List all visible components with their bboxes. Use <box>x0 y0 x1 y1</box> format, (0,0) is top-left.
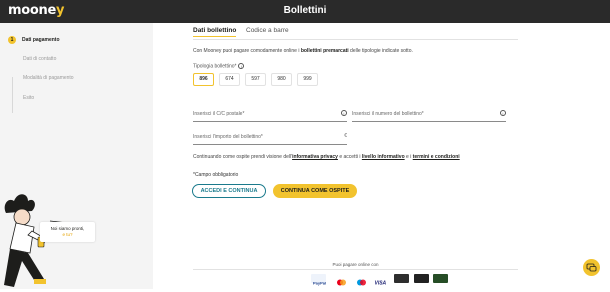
bill-type-597[interactable]: 597 <box>245 73 266 86</box>
card-icon <box>414 274 429 283</box>
paypal-icon: PayPal <box>311 274 326 286</box>
amount-field[interactable]: Inserisci l'importo del bollettino* € <box>193 133 347 145</box>
bill-type-999[interactable]: 999 <box>297 73 318 86</box>
chat-icon <box>586 263 597 272</box>
page-title: Bollettini <box>283 5 327 16</box>
euro-icon: € <box>344 133 347 139</box>
tab-divider <box>193 39 518 40</box>
step-modalita-pagamento: Modalità di pagamento <box>23 75 74 81</box>
terms-link[interactable]: termini e condizioni <box>413 154 460 160</box>
footer-divider <box>193 269 518 270</box>
account-field[interactable]: Inserisci il C/C postale* i <box>193 110 347 122</box>
steps-sidebar: 1 Dati pagamento Dati di contatto Modalit… <box>0 23 153 289</box>
privacy-link[interactable]: informativa privacy <box>292 154 338 160</box>
guest-continue-button[interactable]: CONTINUA COME OSPITE <box>273 184 357 198</box>
svg-text:VISA: VISA <box>375 281 387 287</box>
tab-codice-a-barre[interactable]: Codice a barre <box>246 27 289 34</box>
step-dati-contatto: Dati di contatto <box>23 56 57 62</box>
tab-dati-bollettino[interactable]: Dati bollettino <box>193 27 237 37</box>
speech-bubble: Noi siamo pronti, e tu? <box>40 222 95 242</box>
step-esito: Esito <box>23 95 35 101</box>
consent-text: Continuando come ospite prendi visione d… <box>193 154 460 160</box>
info-icon[interactable]: i <box>341 110 347 116</box>
login-continue-button[interactable]: ACCEDI E CONTINUA <box>192 184 266 198</box>
bill-type-980[interactable]: 980 <box>271 73 292 86</box>
step-dati-pagamento: 1 Dati pagamento <box>8 36 60 44</box>
svg-text:PayPal: PayPal <box>313 281 326 286</box>
top-header: mooney Bollettini <box>0 0 610 23</box>
intro-text: Con Mooney puoi pagare comodamente onlin… <box>193 48 413 54</box>
bill-type-674[interactable]: 674 <box>219 73 240 86</box>
steps-connector <box>12 77 13 113</box>
required-note: *Campo obbligatorio <box>193 172 239 178</box>
step-number: 1 <box>8 36 16 44</box>
info-icon[interactable]: i <box>500 110 506 116</box>
card-icon <box>394 274 409 283</box>
card-icon <box>433 274 448 283</box>
maestro-icon <box>354 274 369 286</box>
chat-button[interactable] <box>583 259 600 276</box>
info-icon[interactable]: i <box>238 63 245 69</box>
bill-type-label: Tipologia bollettino* i <box>193 63 245 69</box>
info-link[interactable]: livello informativo <box>362 154 405 160</box>
visa-icon: VISA <box>373 274 388 287</box>
mastercard-icon <box>334 274 349 286</box>
bill-type-896[interactable]: 896 <box>193 73 214 86</box>
payment-methods-label: Puoi pagare online con <box>332 262 379 267</box>
bill-number-field[interactable]: Inserisci il numero del bollettino* i <box>352 110 506 122</box>
